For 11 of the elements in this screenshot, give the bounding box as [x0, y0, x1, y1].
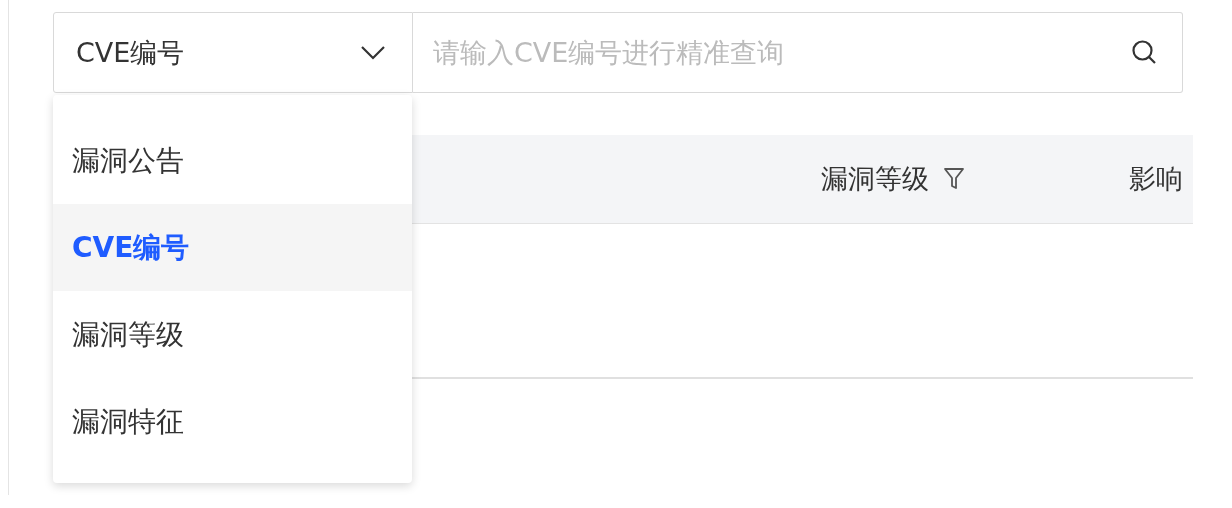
dropdown-option[interactable]: CVE编号	[53, 204, 412, 291]
dropdown-option[interactable]: 漏洞特征	[53, 378, 412, 465]
chevron-down-icon	[360, 44, 386, 61]
column-header: 影响	[1129, 162, 1183, 196]
dropdown-option[interactable]: 漏洞公告	[53, 117, 412, 204]
dropdown-option[interactable]: 漏洞等级	[53, 291, 412, 378]
search-icon	[1131, 39, 1157, 65]
filter-icon[interactable]	[943, 167, 965, 191]
column-header: 漏洞等级	[821, 162, 929, 196]
search-type-select[interactable]: CVE编号	[53, 12, 413, 93]
search-field[interactable]: 请输入CVE编号进行精准查询	[413, 12, 1183, 93]
